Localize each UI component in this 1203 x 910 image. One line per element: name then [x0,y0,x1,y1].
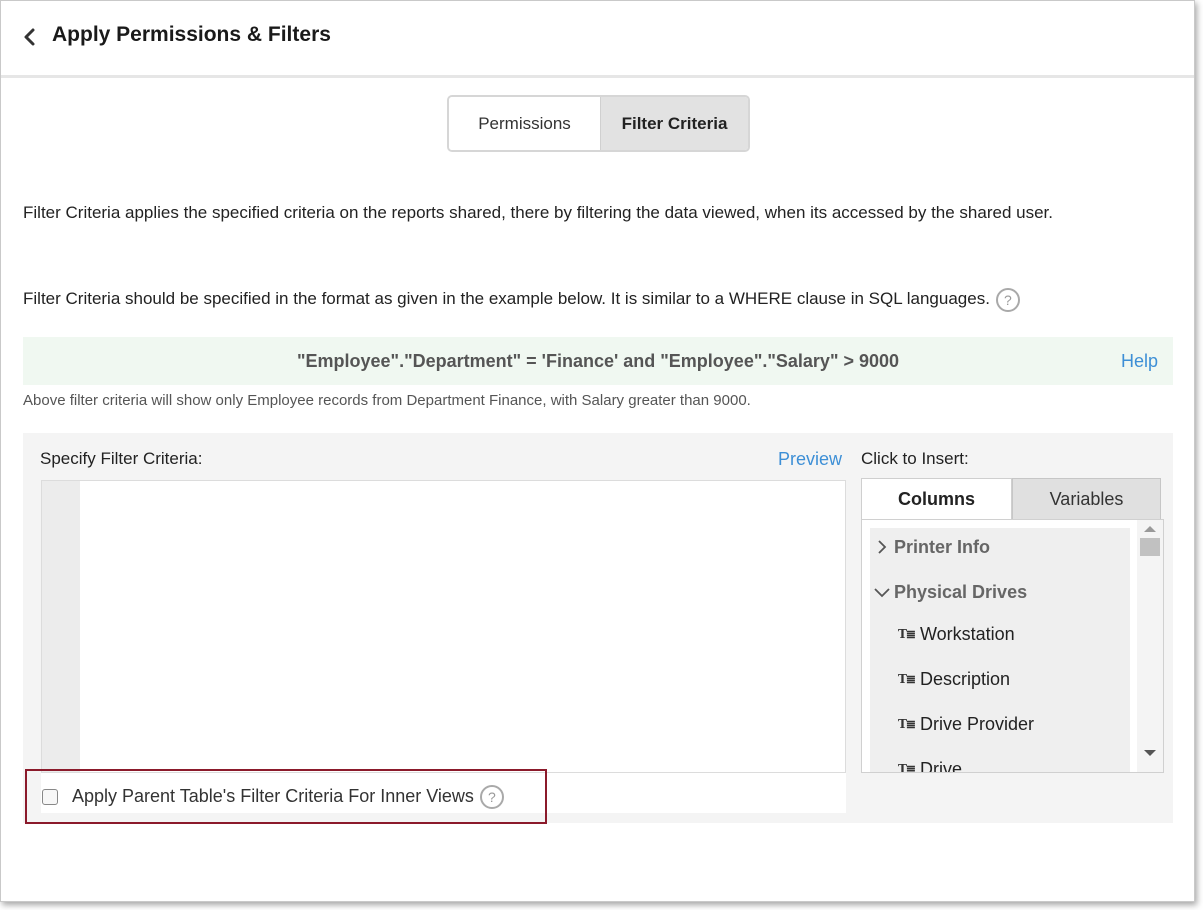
columns-tree-list: Printer Info Physical Drives T≣ Workstat… [870,528,1130,773]
columns-tree: Printer Info Physical Drives T≣ Workstat… [861,519,1164,773]
tab-filter-criteria[interactable]: Filter Criteria [600,97,748,150]
tree-group-physical-drives[interactable]: Physical Drives [870,579,1027,605]
text-column-icon: T≣ [898,762,916,773]
scroll-thumb[interactable] [1140,538,1160,556]
text-column-icon: T≣ [898,672,916,686]
insert-tab-bar: Columns Variables [861,478,1161,520]
example-criteria: "Employee"."Department" = 'Finance' and … [296,351,900,371]
tree-group-printer-info[interactable]: Printer Info [870,534,990,560]
preview-link[interactable]: Preview [778,449,842,470]
parent-filter-option: Apply Parent Table's Filter Criteria For… [25,769,547,824]
chevron-left-icon[interactable] [21,25,39,49]
column-item-workstation[interactable]: T≣ Workstation [898,621,1015,647]
filter-editor-panel: Specify Filter Criteria: Preview Click t… [23,433,1173,823]
click-to-insert-label: Click to Insert: [861,449,969,468]
chevron-down-icon [870,579,894,605]
format-description-text: Filter Criteria should be specified in t… [23,289,990,308]
chevron-right-icon [870,534,894,560]
filter-criteria-editor[interactable] [41,480,846,773]
dialog-header: Apply Permissions & Filters [1,1,1194,78]
tab-bar: Permissions Filter Criteria [447,95,750,152]
tab-permissions[interactable]: Permissions [449,97,600,150]
text-column-icon: T≣ [898,627,916,641]
tab-columns[interactable]: Columns [861,478,1012,520]
example-note: Above filter criteria will show only Emp… [23,392,751,409]
example-box: "Employee"."Department" = 'Finance' and … [23,337,1173,385]
column-label: Description [919,668,1011,689]
parent-filter-label: Apply Parent Table's Filter Criteria For… [72,786,474,806]
column-label: Workstation [919,623,1015,644]
column-label: Drive [919,758,962,773]
text-column-icon: T≣ [898,717,916,731]
tree-scrollbar[interactable] [1137,520,1163,772]
tab-variables[interactable]: Variables [1012,478,1161,520]
help-link[interactable]: Help [1121,337,1158,385]
column-item-description[interactable]: T≣ Description [898,666,1010,692]
parent-filter-checkbox[interactable] [42,788,58,805]
format-description: Filter Criteria should be specified in t… [23,287,1020,312]
dialog: Apply Permissions & Filters Permissions … [0,0,1195,902]
tree-group-label: Physical Drives [894,581,1028,602]
column-label: Drive Provider [919,713,1035,734]
scroll-up-arrow-icon[interactable] [1144,526,1156,532]
page-title: Apply Permissions & Filters [52,23,331,46]
scroll-down-arrow-icon[interactable] [1144,750,1156,756]
specify-filter-label: Specify Filter Criteria: [40,449,203,468]
help-circle-icon[interactable]: ? [479,784,504,809]
help-circle-icon[interactable]: ? [995,287,1020,312]
editor-gutter [42,481,80,772]
tree-group-label: Printer Info [894,536,991,557]
column-item-drive-provider[interactable]: T≣ Drive Provider [898,711,1034,737]
column-item-drive[interactable]: T≣ Drive [898,756,962,773]
description-text: Filter Criteria applies the specified cr… [23,203,1053,222]
